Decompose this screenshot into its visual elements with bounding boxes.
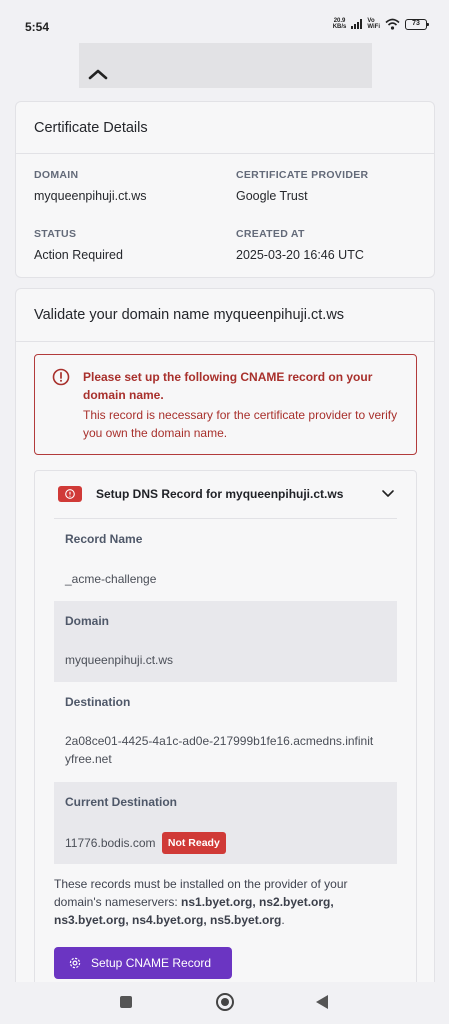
provider-value: Google Trust bbox=[236, 189, 308, 203]
status-time: 5:54 bbox=[25, 20, 50, 34]
collapse-handle[interactable] bbox=[79, 43, 372, 88]
provider-label: CERTIFICATE PROVIDER bbox=[236, 169, 369, 181]
home-button[interactable] bbox=[216, 993, 234, 1011]
cname-alert: Please set up the following CNAME record… bbox=[34, 354, 417, 455]
current-destination-row: Current Destination 11776.bodis.com Not … bbox=[54, 782, 397, 864]
nameserver-note: These records must be installed on the p… bbox=[54, 877, 348, 927]
dns-record-title: Setup DNS Record for myqueenpihuji.ct.ws bbox=[96, 487, 344, 501]
error-badge-icon bbox=[58, 486, 82, 502]
system-nav-bar bbox=[0, 982, 449, 1024]
current-destination-value: 11776.bodis.com bbox=[65, 836, 156, 850]
status-bar: 5:54 20.9 KB/s Vo WiFi 73 bbox=[0, 0, 449, 44]
current-destination-label: Current Destination bbox=[65, 795, 178, 809]
alert-body: This record is necessary for the certifi… bbox=[83, 408, 398, 440]
vowifi-label: Vo WiFi bbox=[367, 18, 380, 30]
domain-value: myqueenpihuji.ct.ws bbox=[34, 189, 147, 203]
setup-cname-label: Setup CNAME Record bbox=[91, 956, 212, 970]
provider-field: CERTIFICATE PROVIDER Google Trust bbox=[236, 169, 368, 203]
domain-label: DOMAIN bbox=[34, 169, 79, 181]
status-field: STATUS Action Required bbox=[34, 228, 123, 262]
dns-record-panel: Setup DNS Record for myqueenpihuji.ct.ws… bbox=[34, 470, 417, 1024]
record-name-value: _acme-challenge bbox=[65, 572, 157, 586]
setup-cname-button[interactable]: Setup CNAME Record bbox=[54, 947, 232, 979]
chevron-down-icon[interactable] bbox=[381, 488, 395, 498]
recents-button[interactable] bbox=[120, 996, 132, 1008]
certificate-details-card: Certificate Details DOMAIN myqueenpihuji… bbox=[15, 101, 435, 278]
current-destination-value-wrap: 11776.bodis.com Not Ready bbox=[65, 832, 375, 854]
created-label: CREATED AT bbox=[236, 228, 305, 240]
gear-icon bbox=[69, 957, 81, 969]
status-label: STATUS bbox=[34, 228, 77, 240]
domain-row: Domain myqueenpihuji.ct.ws bbox=[54, 601, 397, 682]
signal-icon bbox=[351, 19, 363, 29]
created-value: 2025-03-20 16:46 UTC bbox=[236, 248, 364, 262]
battery-icon: 73 bbox=[405, 18, 429, 30]
alert-circle-icon bbox=[52, 368, 70, 386]
back-button[interactable] bbox=[316, 995, 328, 1009]
wifi-icon bbox=[385, 18, 400, 30]
chevron-up-icon[interactable] bbox=[88, 68, 108, 80]
domain-row-value: myqueenpihuji.ct.ws bbox=[65, 653, 174, 667]
net-speed: 20.9 KB/s bbox=[332, 18, 347, 30]
record-name-label: Record Name bbox=[65, 532, 143, 546]
status-value: Action Required bbox=[34, 248, 123, 262]
certificate-details-title: Certificate Details bbox=[16, 102, 434, 154]
alert-title: Please set up the following CNAME record… bbox=[83, 370, 373, 402]
destination-row: Destination 2a08ce01-4425-4a1c-ad0e-2179… bbox=[54, 682, 397, 782]
record-name-row: Record Name _acme-challenge bbox=[54, 519, 397, 601]
status-icons: 20.9 KB/s Vo WiFi 73 bbox=[332, 18, 429, 30]
destination-label: Destination bbox=[65, 695, 131, 709]
destination-value: 2a08ce01-4425-4a1c-ad0e-217999b1fe16.acm… bbox=[65, 734, 374, 766]
validate-title: Validate your domain name myqueenpihuji.… bbox=[16, 289, 434, 342]
domain-field: DOMAIN myqueenpihuji.ct.ws bbox=[34, 169, 147, 203]
validate-domain-card: Validate your domain name myqueenpihuji.… bbox=[15, 288, 435, 1024]
dns-record-header[interactable]: Setup DNS Record for myqueenpihuji.ct.ws bbox=[35, 471, 416, 519]
created-field: CREATED AT 2025-03-20 16:46 UTC bbox=[236, 228, 364, 262]
not-ready-badge: Not Ready bbox=[161, 832, 226, 854]
domain-row-label: Domain bbox=[65, 614, 110, 628]
